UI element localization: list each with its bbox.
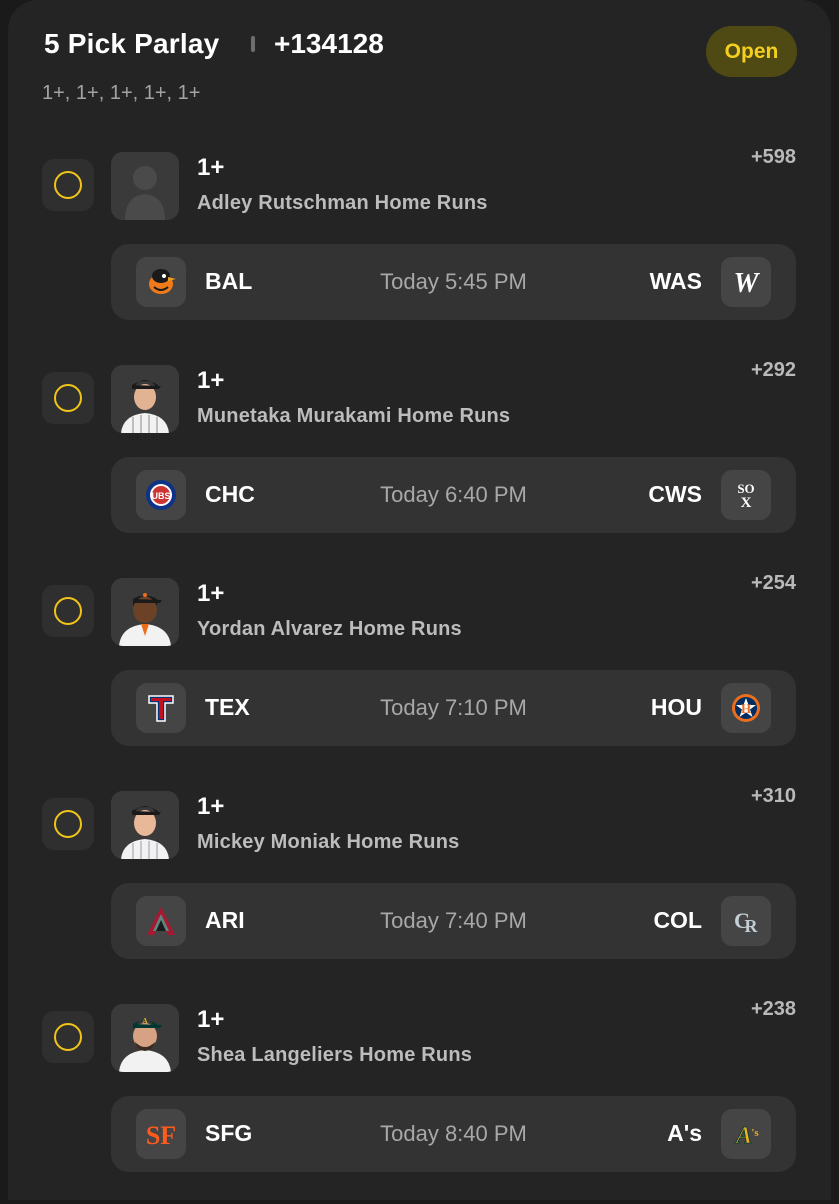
status-badge: Open — [706, 26, 797, 77]
svg-text:'s: 's — [751, 1127, 759, 1139]
leg-odds: +310 — [750, 785, 796, 807]
leg-select-radio[interactable] — [42, 585, 94, 637]
parlay-leg-summary: 1+, 1+, 1+, 1+, 1+ — [42, 82, 201, 104]
radio-circle-icon — [54, 810, 82, 838]
svg-text:W: W — [734, 268, 761, 299]
leg-select-radio[interactable] — [42, 159, 94, 211]
leg-line: 1+ — [197, 154, 225, 181]
game-info[interactable]: SF SFG Today 8:40 PM A's A 's — [111, 1096, 796, 1172]
rockies-logo-icon: C R — [721, 896, 771, 946]
parlay-odds: +134128 — [274, 28, 384, 59]
leg-odds: +292 — [750, 359, 796, 381]
nationals-logo-icon: W — [721, 257, 771, 307]
parlay-leg: 1+ Mickey Moniak Home Runs +310 ARI Toda… — [8, 785, 831, 991]
leg-odds: +238 — [750, 998, 796, 1020]
game-info[interactable]: ARI Today 7:40 PM COL C R — [111, 883, 796, 959]
parlay-leg: A 1+ Shea Langeliers Home Runs +238 SF S… — [8, 998, 831, 1204]
leg-market: Adley Rutschman Home Runs — [197, 192, 488, 214]
leg-market: Munetaka Murakami Home Runs — [197, 405, 511, 427]
home-team-abbr: A's — [667, 1120, 702, 1146]
svg-text:H: H — [741, 701, 751, 716]
game-info[interactable]: BAL Today 5:45 PM WAS W — [111, 244, 796, 320]
leg-market: Mickey Moniak Home Runs — [197, 831, 460, 853]
svg-text:A: A — [734, 1123, 752, 1149]
radio-circle-icon — [54, 384, 82, 412]
title-separator — [251, 36, 255, 52]
player-headshot: A — [111, 1004, 179, 1072]
white-sox-logo-icon: SO X — [721, 470, 771, 520]
parlay-card: 5 Pick Parlay +134128 1+, 1+, 1+, 1+, 1+… — [8, 0, 831, 1200]
home-team-abbr: COL — [653, 907, 702, 933]
leg-line: 1+ — [197, 580, 225, 607]
leg-select-radio[interactable] — [42, 1011, 94, 1063]
game-info[interactable]: TEX Today 7:10 PM HOU H — [111, 670, 796, 746]
player-headshot — [111, 791, 179, 859]
radio-circle-icon — [54, 171, 82, 199]
home-team-abbr: HOU — [650, 694, 702, 720]
svg-text:SO: SO — [737, 481, 754, 496]
game-info[interactable]: UBS CHC Today 6:40 PM CWS SO X — [111, 457, 796, 533]
svg-text:X: X — [741, 495, 752, 511]
leg-line: 1+ — [197, 793, 225, 820]
parlay-title: 5 Pick Parlay — [44, 28, 220, 59]
leg-line: 1+ — [197, 367, 225, 394]
athletics-logo-icon: A 's — [721, 1109, 771, 1159]
parlay-leg: 1+ Yordan Alvarez Home Runs +254 TEX Tod… — [8, 572, 831, 778]
parlay-leg: 1+ Adley Rutschman Home Runs +598 BAL To… — [8, 146, 831, 352]
svg-text:A: A — [142, 1017, 147, 1025]
home-team-abbr: WAS — [649, 268, 702, 294]
player-headshot-placeholder — [111, 152, 179, 220]
leg-market: Shea Langeliers Home Runs — [197, 1044, 473, 1066]
parlay-leg: 1+ Munetaka Murakami Home Runs +292 UBS … — [8, 359, 831, 565]
leg-market: Yordan Alvarez Home Runs — [197, 618, 462, 640]
player-headshot — [111, 578, 179, 646]
leg-odds: +254 — [750, 572, 796, 594]
leg-select-radio[interactable] — [42, 372, 94, 424]
radio-circle-icon — [54, 1023, 82, 1051]
leg-select-radio[interactable] — [42, 798, 94, 850]
astros-logo-icon: H — [721, 683, 771, 733]
leg-line: 1+ — [197, 1006, 225, 1033]
player-headshot — [111, 365, 179, 433]
radio-circle-icon — [54, 597, 82, 625]
home-team-abbr: CWS — [648, 481, 702, 507]
svg-text:R: R — [745, 916, 759, 936]
leg-odds: +598 — [750, 146, 796, 168]
